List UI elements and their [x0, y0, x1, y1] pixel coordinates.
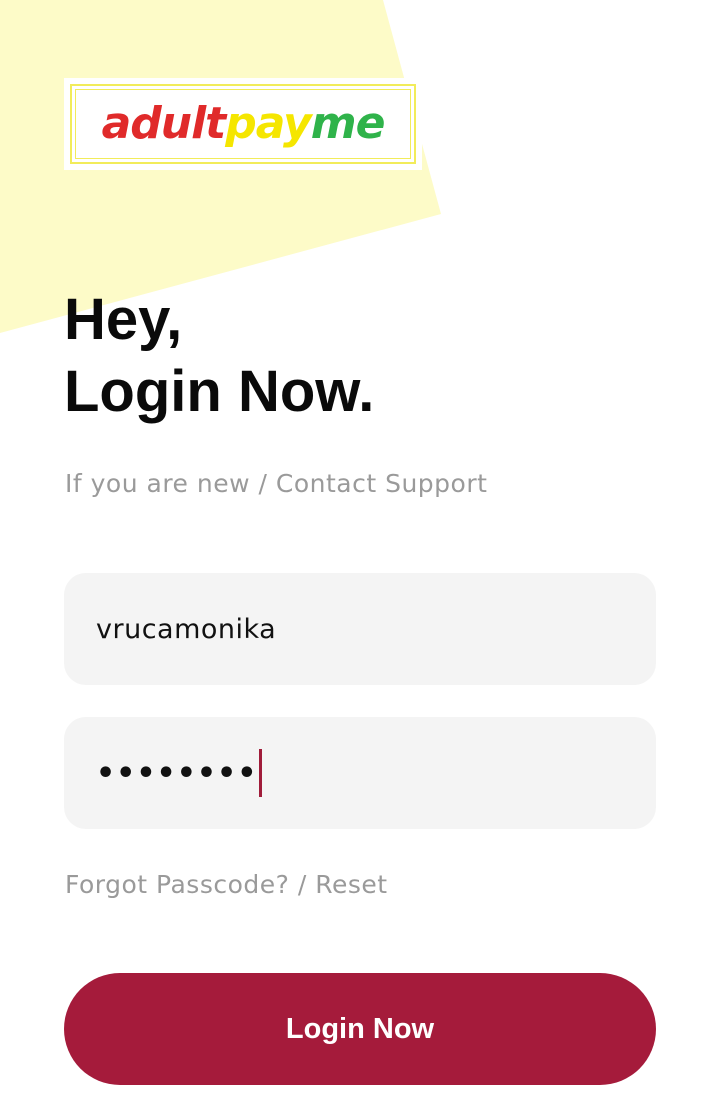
username-input[interactable]: vrucamonika	[64, 573, 656, 685]
page-title-line-2: Login Now.	[64, 359, 375, 424]
page-title: Hey, Login Now.	[64, 284, 374, 428]
username-value: vrucamonika	[96, 613, 277, 645]
password-value: ••••••••	[96, 755, 258, 791]
password-input[interactable]: ••••••••	[64, 717, 656, 829]
page-title-line-1: Hey,	[64, 287, 183, 352]
logo-word-adult: adult	[101, 98, 227, 149]
logo-word-pay: pay	[225, 98, 312, 149]
login-button[interactable]: Login Now	[64, 973, 656, 1085]
logo-word-me: me	[310, 98, 386, 149]
brand-logo: adult pay me	[64, 78, 422, 170]
brand-logo-frame: adult pay me	[70, 84, 416, 164]
text-caret	[259, 749, 263, 797]
contact-support-link[interactable]: If you are new / Contact Support	[65, 469, 487, 498]
forgot-passcode-link[interactable]: Forgot Passcode? / Reset	[65, 870, 388, 899]
